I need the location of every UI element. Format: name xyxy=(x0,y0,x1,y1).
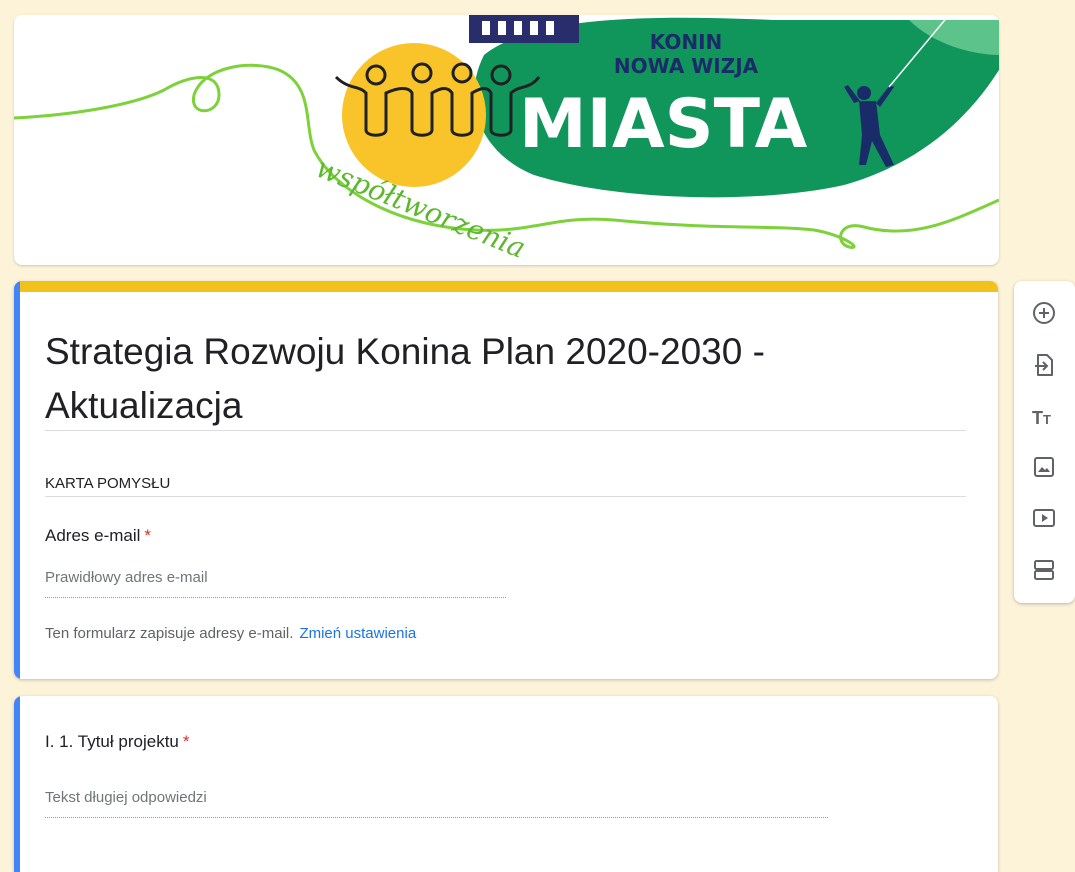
question-card[interactable]: I. 1. Tytuł projektu * Tekst długiej odpo… xyxy=(14,696,998,872)
import-questions-icon xyxy=(1035,354,1053,376)
add-question-icon xyxy=(1033,302,1055,324)
add-video-icon xyxy=(1033,509,1055,527)
svg-text:T: T xyxy=(1043,412,1051,427)
form-editor: KONIN NOWA WIZJA MIASTA współtworzenia S… xyxy=(0,0,1075,872)
svg-text:T: T xyxy=(1032,408,1043,428)
add-title-icon: T T xyxy=(1032,408,1051,428)
header-banner-image: KONIN NOWA WIZJA MIASTA współtworzenia xyxy=(14,15,999,265)
email-collection-note: Ten formularz zapisuje adresy e-mail. Zmi… xyxy=(45,625,416,642)
email-note-text: Ten formularz zapisuje adresy e-mail. xyxy=(45,625,294,642)
email-answer-underline xyxy=(45,597,506,598)
email-question-label: Adres e-mail * xyxy=(45,526,151,546)
question-title: I. 1. Tytuł projektu * xyxy=(45,732,190,752)
add-video-button[interactable] xyxy=(1030,504,1058,532)
add-section-icon xyxy=(1034,560,1054,580)
email-label-text: Adres e-mail xyxy=(45,526,141,545)
description-underline xyxy=(45,496,966,497)
import-questions-button[interactable] xyxy=(1030,351,1058,379)
long-answer-underline xyxy=(45,817,828,818)
form-description-input[interactable]: KARTA POMYSŁU xyxy=(45,475,170,492)
add-question-button[interactable] xyxy=(1030,299,1058,327)
add-title-button[interactable]: T T xyxy=(1030,403,1058,431)
question-indicator xyxy=(14,696,20,872)
add-image-button[interactable] xyxy=(1030,453,1058,481)
required-asterisk: * xyxy=(144,526,152,545)
change-settings-link[interactable]: Zmień ustawienia xyxy=(299,625,416,642)
long-answer-placeholder: Tekst długiej odpowiedzi xyxy=(45,789,207,806)
banner-line1: KONIN xyxy=(650,30,723,54)
form-title-input[interactable]: Strategia Rozwoju Konina Plan 2020-2030 … xyxy=(45,325,945,433)
add-image-icon xyxy=(1034,457,1054,477)
form-header-card[interactable]: Strategia Rozwoju Konina Plan 2020-2030 … xyxy=(14,281,998,679)
banner-line2: NOWA WIZJA xyxy=(614,54,759,78)
question-title-text: I. 1. Tytuł projektu xyxy=(45,732,179,751)
add-section-button[interactable] xyxy=(1030,556,1058,584)
floating-toolbar: T T xyxy=(1014,281,1075,603)
email-answer-placeholder: Prawidłowy adres e-mail xyxy=(45,569,208,586)
required-asterisk: * xyxy=(182,732,190,751)
title-underline xyxy=(45,430,966,431)
header-accent-bar xyxy=(14,281,998,292)
banner-artwork: KONIN NOWA WIZJA MIASTA współtworzenia xyxy=(14,15,999,265)
banner-big-word: MIASTA xyxy=(519,85,808,164)
selected-indicator xyxy=(14,281,20,679)
